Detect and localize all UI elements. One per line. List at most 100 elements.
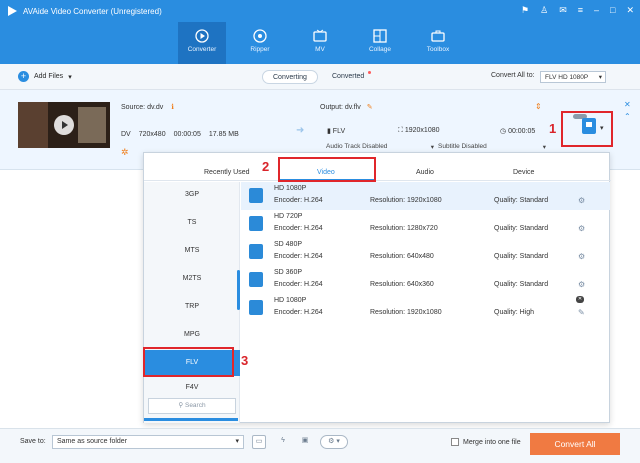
convert-all-button[interactable]: Convert All bbox=[530, 433, 620, 455]
format-list: 3GP TS MTS M2TS TRP MPG FLV F4V ⚲ Search bbox=[144, 182, 240, 423]
tab-label: Collage bbox=[368, 46, 392, 53]
expand-icon[interactable]: ⌃ bbox=[624, 112, 631, 121]
gear-icon[interactable]: ⚙ bbox=[578, 196, 585, 205]
tab-converting[interactable]: Converting bbox=[262, 70, 318, 84]
preset-encoder: Encoder: H.264 bbox=[274, 197, 323, 204]
grid-icon bbox=[373, 29, 387, 43]
preset-row-custom[interactable]: HD 1080P Encoder: H.264 Resolution: 1920… bbox=[241, 294, 610, 322]
annotation-box-1 bbox=[561, 111, 613, 147]
maximize-icon[interactable]: □ bbox=[610, 5, 615, 16]
preset-quality: Quality: Standard bbox=[494, 225, 549, 232]
add-files-label: Add Files bbox=[34, 73, 64, 80]
minimize-icon[interactable]: – bbox=[594, 5, 599, 16]
edit-icon[interactable]: ✎ bbox=[367, 104, 373, 111]
save-path-select[interactable]: Same as source folder ▾ bbox=[52, 435, 244, 449]
preset-row[interactable]: SD 360P Encoder: H.264 Resolution: 640x3… bbox=[241, 266, 610, 294]
tab-converted[interactable]: Converted bbox=[322, 70, 374, 84]
preset-row[interactable]: SD 480P Encoder: H.264 Resolution: 640x4… bbox=[241, 238, 610, 266]
tab-audio[interactable]: Audio bbox=[416, 169, 434, 176]
format-item[interactable]: 3GP bbox=[144, 191, 240, 198]
format-item[interactable]: MTS bbox=[144, 247, 240, 254]
tab-toolbox[interactable]: Toolbox bbox=[415, 22, 461, 64]
format-search-input[interactable]: ⚲ Search bbox=[148, 398, 236, 414]
preset-resolution: Resolution: 1280x720 bbox=[370, 225, 438, 232]
convert-all-format-value: FLV HD 1080P bbox=[545, 74, 589, 81]
close-icon[interactable]: ✕ bbox=[626, 5, 634, 16]
chevron-down-icon: ▾ bbox=[598, 74, 602, 81]
preset-name: HD 1080P bbox=[274, 297, 307, 304]
tab-device[interactable]: Device bbox=[513, 169, 534, 176]
preset-row[interactable]: HD 1080P Encoder: H.264 Resolution: 1920… bbox=[241, 182, 610, 210]
custom-preset-icon bbox=[249, 300, 263, 315]
preset-quality: Quality: Standard bbox=[494, 253, 549, 260]
tab-converter[interactable]: Converter bbox=[178, 22, 226, 64]
gear-icon[interactable]: ⚙ bbox=[578, 280, 585, 289]
search-underline bbox=[144, 418, 238, 421]
info-icon[interactable]: ℹ bbox=[171, 104, 174, 111]
settings-button[interactable]: ⚙ ▾ bbox=[320, 435, 348, 449]
tab-label: Ripper bbox=[250, 46, 270, 53]
cart-icon[interactable]: ⚑ bbox=[521, 5, 529, 16]
play-icon[interactable] bbox=[54, 115, 74, 135]
audio-track-value: Audio Track Disabled bbox=[326, 143, 388, 150]
preset-resolution: Resolution: 640x360 bbox=[370, 281, 434, 288]
add-files-button[interactable]: + Add Files ▾ bbox=[18, 71, 72, 82]
chevron-down-icon: ▾ bbox=[430, 144, 434, 151]
edit-preset-icon[interactable]: ✎ bbox=[578, 308, 585, 317]
arrow-right-icon: ➜ bbox=[296, 125, 305, 136]
window-title: AVAide Video Converter (Unregistered) bbox=[23, 6, 162, 16]
delete-preset-icon[interactable]: ✕ bbox=[576, 296, 584, 303]
tab-recently-used[interactable]: Recently Used bbox=[204, 169, 250, 176]
convert-all-format-select[interactable]: FLV HD 1080P ▾ bbox=[540, 71, 606, 83]
user-icon[interactable]: ♙ bbox=[540, 5, 548, 16]
lightning-icon: ϟ bbox=[281, 437, 285, 444]
tab-label: MV bbox=[315, 46, 325, 53]
video-preset-icon bbox=[249, 188, 263, 203]
source-size: 17.85 MB bbox=[208, 131, 239, 138]
preset-resolution: Resolution: 1920x1080 bbox=[370, 197, 442, 204]
preset-encoder: Encoder: H.264 bbox=[274, 281, 323, 288]
main-toolbar: Converter Ripper MV Collage Toolbox bbox=[0, 22, 640, 64]
effect-star-icon[interactable]: ✲ bbox=[121, 147, 129, 158]
tab-mv[interactable]: MV bbox=[297, 22, 343, 64]
format-item[interactable]: TRP bbox=[144, 303, 240, 310]
merge-checkbox[interactable]: Merge into one file bbox=[451, 438, 521, 446]
format-item[interactable]: TS bbox=[144, 219, 240, 226]
checkbox-box[interactable] bbox=[451, 438, 459, 446]
chat-icon[interactable]: ✉ bbox=[559, 5, 567, 16]
annotation-number-3: 3 bbox=[241, 353, 249, 368]
preset-row[interactable]: HD 720P Encoder: H.264 Resolution: 1280x… bbox=[241, 210, 610, 238]
format-panel: Recently Used Video Audio Device 3GP TS … bbox=[143, 152, 611, 423]
tab-ripper[interactable]: Ripper bbox=[237, 22, 283, 64]
gpu-button[interactable]: ▣ bbox=[298, 435, 312, 449]
video-preset-icon bbox=[249, 244, 263, 259]
sort-icon[interactable]: ⇕ bbox=[535, 102, 542, 111]
format-item[interactable]: M2TS bbox=[144, 275, 240, 282]
source-filename: Source: dv.dv bbox=[121, 104, 164, 111]
video-thumbnail[interactable] bbox=[18, 102, 110, 148]
format-list-scrollbar[interactable] bbox=[237, 270, 240, 310]
window-controls: ⚑ ♙ ✉ ≡ – □ ✕ bbox=[521, 5, 634, 16]
chevron-down-icon[interactable]: ▾ bbox=[68, 73, 72, 81]
preset-name: HD 720P bbox=[274, 213, 303, 220]
tab-collage[interactable]: Collage bbox=[357, 22, 403, 64]
format-item[interactable]: F4V bbox=[144, 384, 240, 392]
menu-icon[interactable]: ≡ bbox=[578, 5, 583, 16]
gear-icon[interactable]: ⚙ bbox=[578, 224, 585, 233]
output-duration: ◷ 00:00:05 bbox=[500, 128, 536, 135]
annotation-number-2: 2 bbox=[262, 159, 270, 174]
output-format-value: FLV bbox=[332, 128, 346, 135]
footer-bar: Save to: Same as source folder ▾ ▭ ϟ ▣ ⚙… bbox=[0, 428, 640, 463]
format-item[interactable]: MPG bbox=[144, 331, 240, 338]
preset-name: SD 360P bbox=[274, 269, 303, 276]
tab-label: Toolbox bbox=[426, 46, 450, 53]
output-duration-value: 00:00:05 bbox=[508, 128, 536, 135]
annotation-number-1: 1 bbox=[549, 121, 557, 136]
hardware-accel-button[interactable]: ϟ bbox=[276, 435, 290, 449]
merge-label: Merge into one file bbox=[463, 438, 521, 446]
remove-icon[interactable]: ✕ bbox=[624, 100, 631, 109]
title-bar: AVAide Video Converter (Unregistered) ⚑ … bbox=[0, 0, 640, 22]
gear-icon[interactable]: ⚙ bbox=[578, 252, 585, 261]
open-folder-button[interactable]: ▭ bbox=[252, 435, 266, 449]
output-format: ▮ FLV bbox=[327, 128, 346, 135]
